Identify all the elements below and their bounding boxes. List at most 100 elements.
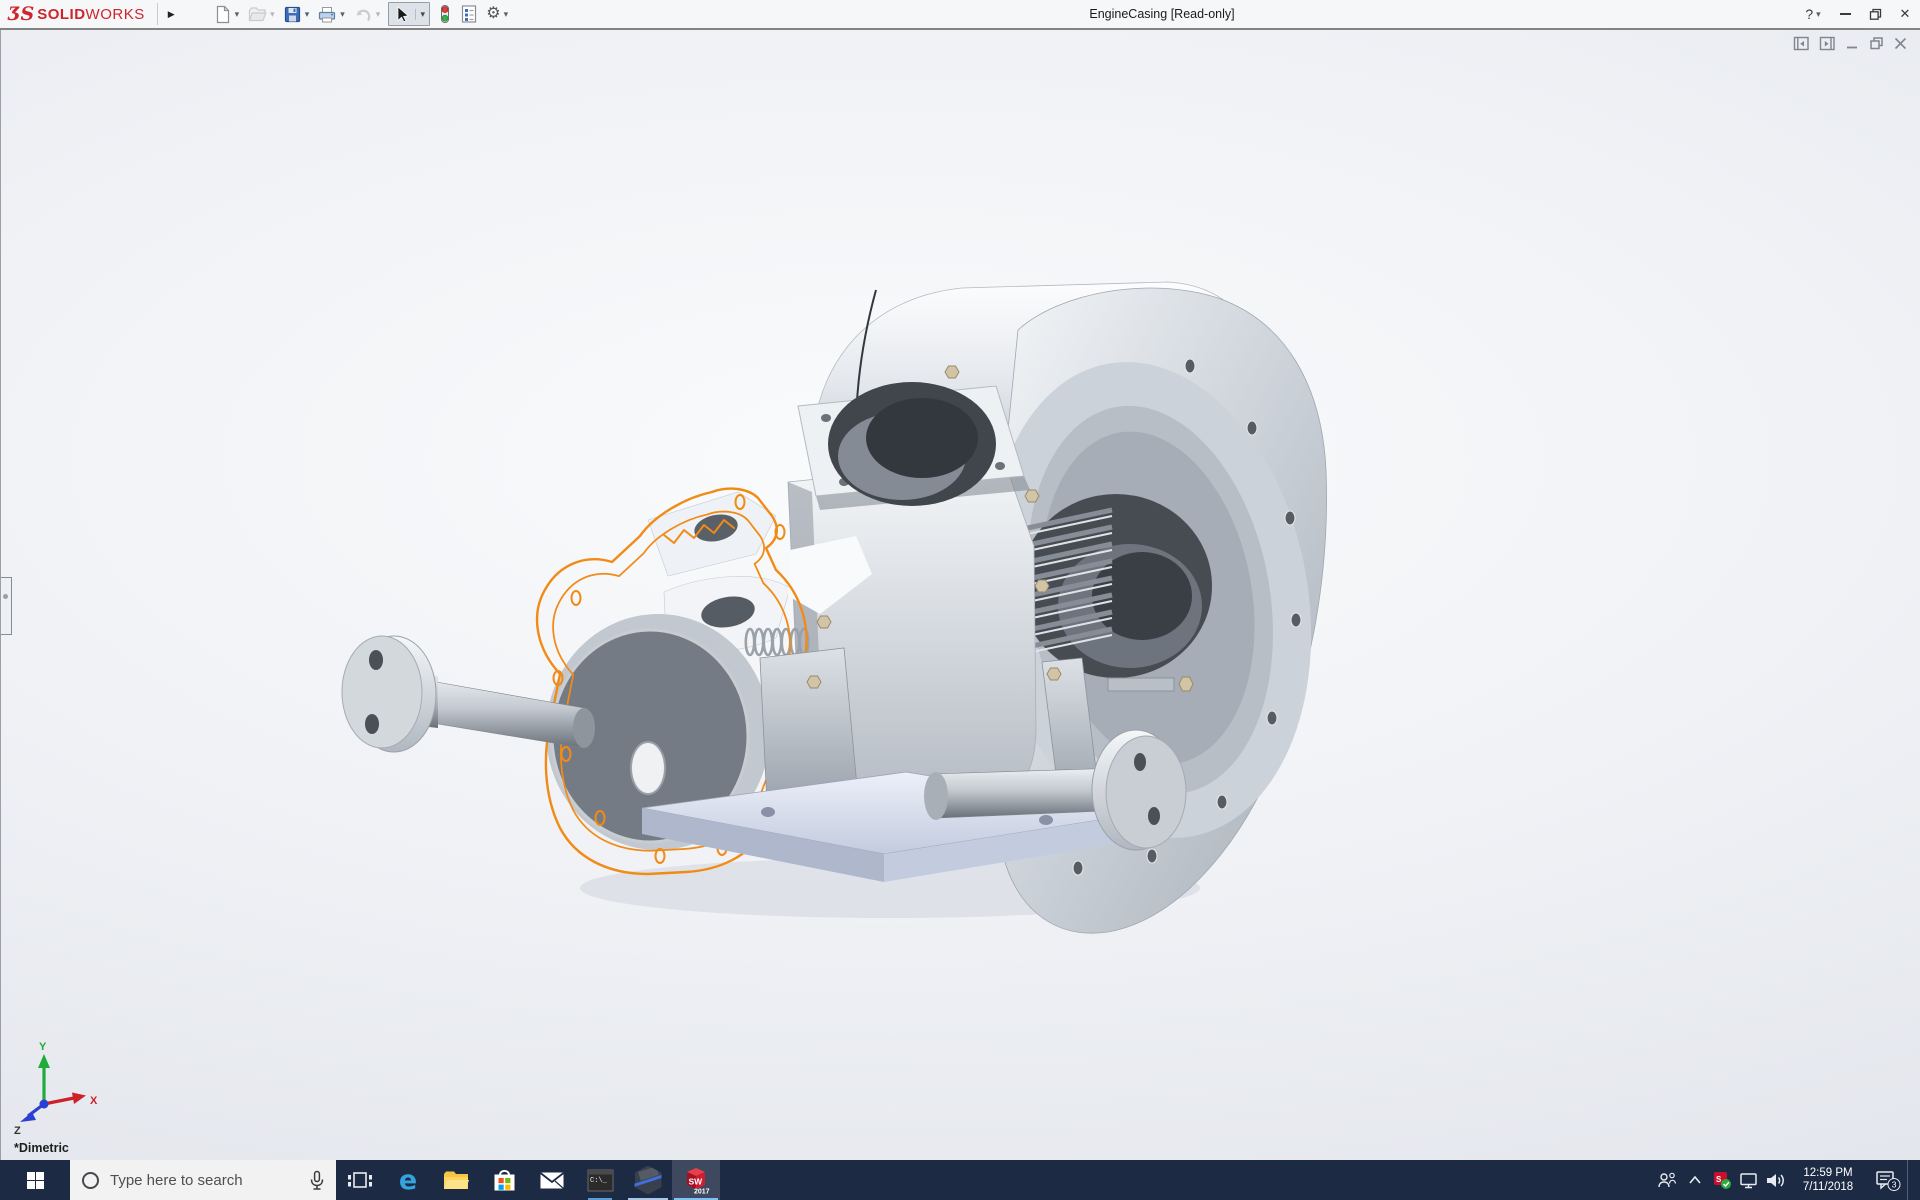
rebuild-button[interactable] [434,0,456,28]
graphics-area[interactable]: Y X Z *Dimetric [0,28,1920,1160]
people-icon [1657,1172,1676,1188]
speaker-icon [1766,1173,1784,1187]
store-icon [494,1169,514,1190]
taskbar-app-hexagon[interactable] [624,1160,672,1200]
file-properties-icon [462,5,477,23]
taskbar-app-solidworks[interactable]: SW 2017 [672,1160,720,1200]
minimize-icon [1839,13,1851,15]
task-view-button[interactable] [336,1160,384,1200]
microphone-icon[interactable] [308,1170,326,1191]
dropdown-arrow-icon[interactable]: ▾ [504,9,509,19]
start-button[interactable] [0,1160,70,1200]
help-button[interactable]: ? ▾ [1796,0,1830,28]
select-tool-group: ▾ [388,2,431,26]
windows-logo-icon [26,1171,44,1189]
orientation-triad: Y X Z [14,1041,98,1136]
edge-icon: e [398,1164,418,1196]
show-desktop-button[interactable] [1907,1160,1920,1200]
brand-text-works: WORKS [85,5,145,23]
network-icon [1740,1172,1757,1188]
clock-date: 7/11/2018 [1802,1181,1854,1193]
menu-flyout-arrow[interactable]: ▶ [160,9,183,20]
featuremanager-tab-dot [3,594,8,599]
window-title: EngineCasing [Read-only] [1089,7,1235,21]
tray-solidworks-status-button[interactable]: S [1708,1160,1735,1200]
svg-text:S: S [1716,1175,1722,1184]
options-button[interactable]: ⚙ ▾ [482,0,512,28]
save-icon [284,6,300,22]
print-icon [319,6,336,22]
taskbar-app-command-prompt[interactable]: C:\_ [576,1160,624,1200]
collapse-right-pane-button[interactable] [1819,35,1836,52]
document-close-icon [1894,37,1907,50]
people-button[interactable] [1651,1160,1681,1200]
tray-clock[interactable]: 12:59 PM 7/11/2018 [1789,1160,1867,1200]
solidworks-window: ƷS SOLID WORKS ▶ ▾ ▾ ▾ ▾ ▾ ▾ ⚙ ▾ EngineC… [0,0,1920,1200]
cortana-icon [82,1171,99,1189]
solidworks-logo: ƷS SOLID WORKS [0,0,155,28]
collapse-left-pane-icon [1793,36,1809,51]
tray-volume-button[interactable] [1762,1160,1789,1200]
taskbar-spacer [720,1160,1651,1200]
document-minimize-button[interactable] [1845,36,1860,51]
y-axis-arrow [38,1054,50,1068]
close-button[interactable]: ✕ [1890,0,1920,28]
view-orientation-label: *Dimetric [14,1141,69,1155]
window-controls: ? ▾ ✕ [1796,0,1920,28]
mail-icon [539,1171,565,1189]
undo-icon [356,9,371,21]
restore-button[interactable] [1860,0,1890,28]
titlebar-separator [156,3,158,25]
x-axis-label: X [90,1095,98,1107]
task-view-icon [348,1172,372,1188]
document-restore-icon [1870,37,1883,50]
collapse-right-pane-icon [1819,36,1835,51]
select-cursor-icon [397,5,410,22]
file-explorer-icon [444,1171,469,1189]
taskbar-app-file-explorer[interactable] [432,1160,480,1200]
document-close-button[interactable] [1893,36,1908,51]
select-tool-dropdown[interactable]: ▾ [415,8,429,20]
solidworks-app-icon: SW 2017 [681,1165,711,1196]
brand-text-solid: SOLID [37,5,86,23]
command-prompt-icon: C:\_ [587,1169,613,1191]
hexagon-app-icon [634,1165,662,1195]
dropdown-arrow-icon: ▾ [375,8,381,19]
minimize-button[interactable] [1830,0,1860,28]
options-gear-icon: ⚙ [486,5,501,22]
sw-year-label: 2017 [694,1189,710,1196]
action-center-icon: 3 [1875,1170,1900,1191]
select-tool-button[interactable] [389,5,415,24]
action-center-button[interactable]: 3 [1867,1160,1907,1200]
taskbar-app-edge[interactable]: e [384,1160,432,1200]
collapse-left-pane-button[interactable] [1793,35,1810,52]
tray-network-button[interactable] [1735,1160,1762,1200]
open-icon [248,6,267,21]
dropdown-arrow-icon: ▾ [1816,8,1821,19]
taskbar-search[interactable] [70,1160,336,1200]
search-input[interactable] [108,1170,299,1190]
dropdown-arrow-icon[interactable]: ▾ [305,9,310,19]
taskbar-app-mail[interactable] [528,1160,576,1200]
y-axis-label: Y [39,1041,47,1053]
open-button[interactable]: ▾ [243,0,279,28]
dropdown-arrow-icon[interactable]: ▾ [340,9,345,19]
document-restore-button[interactable] [1869,36,1884,51]
undo-button[interactable]: ▾ [349,0,385,28]
featuremanager-collapsed-tab[interactable] [1,577,12,635]
restore-icon [1869,8,1881,20]
dropdown-arrow-icon[interactable]: ▾ [235,9,240,19]
print-button[interactable]: ▾ [313,0,349,28]
z-axis-label: Z [14,1125,21,1136]
save-button[interactable]: ▾ [279,0,314,28]
engine-casing-model[interactable] [0,30,1920,1162]
close-icon: ✕ [1899,6,1911,21]
file-properties-button[interactable] [456,0,482,28]
titlebar: ƷS SOLID WORKS ▶ ▾ ▾ ▾ ▾ ▾ ▾ ⚙ ▾ EngineC… [0,0,1920,28]
taskbar-app-store[interactable] [480,1160,528,1200]
new-document-icon [216,5,229,23]
new-document-button[interactable]: ▾ [209,0,244,28]
tray-chevron-button[interactable] [1681,1160,1708,1200]
clock-time: 12:59 PM [1803,1167,1853,1179]
cmd-label: C:\_ [590,1177,608,1185]
